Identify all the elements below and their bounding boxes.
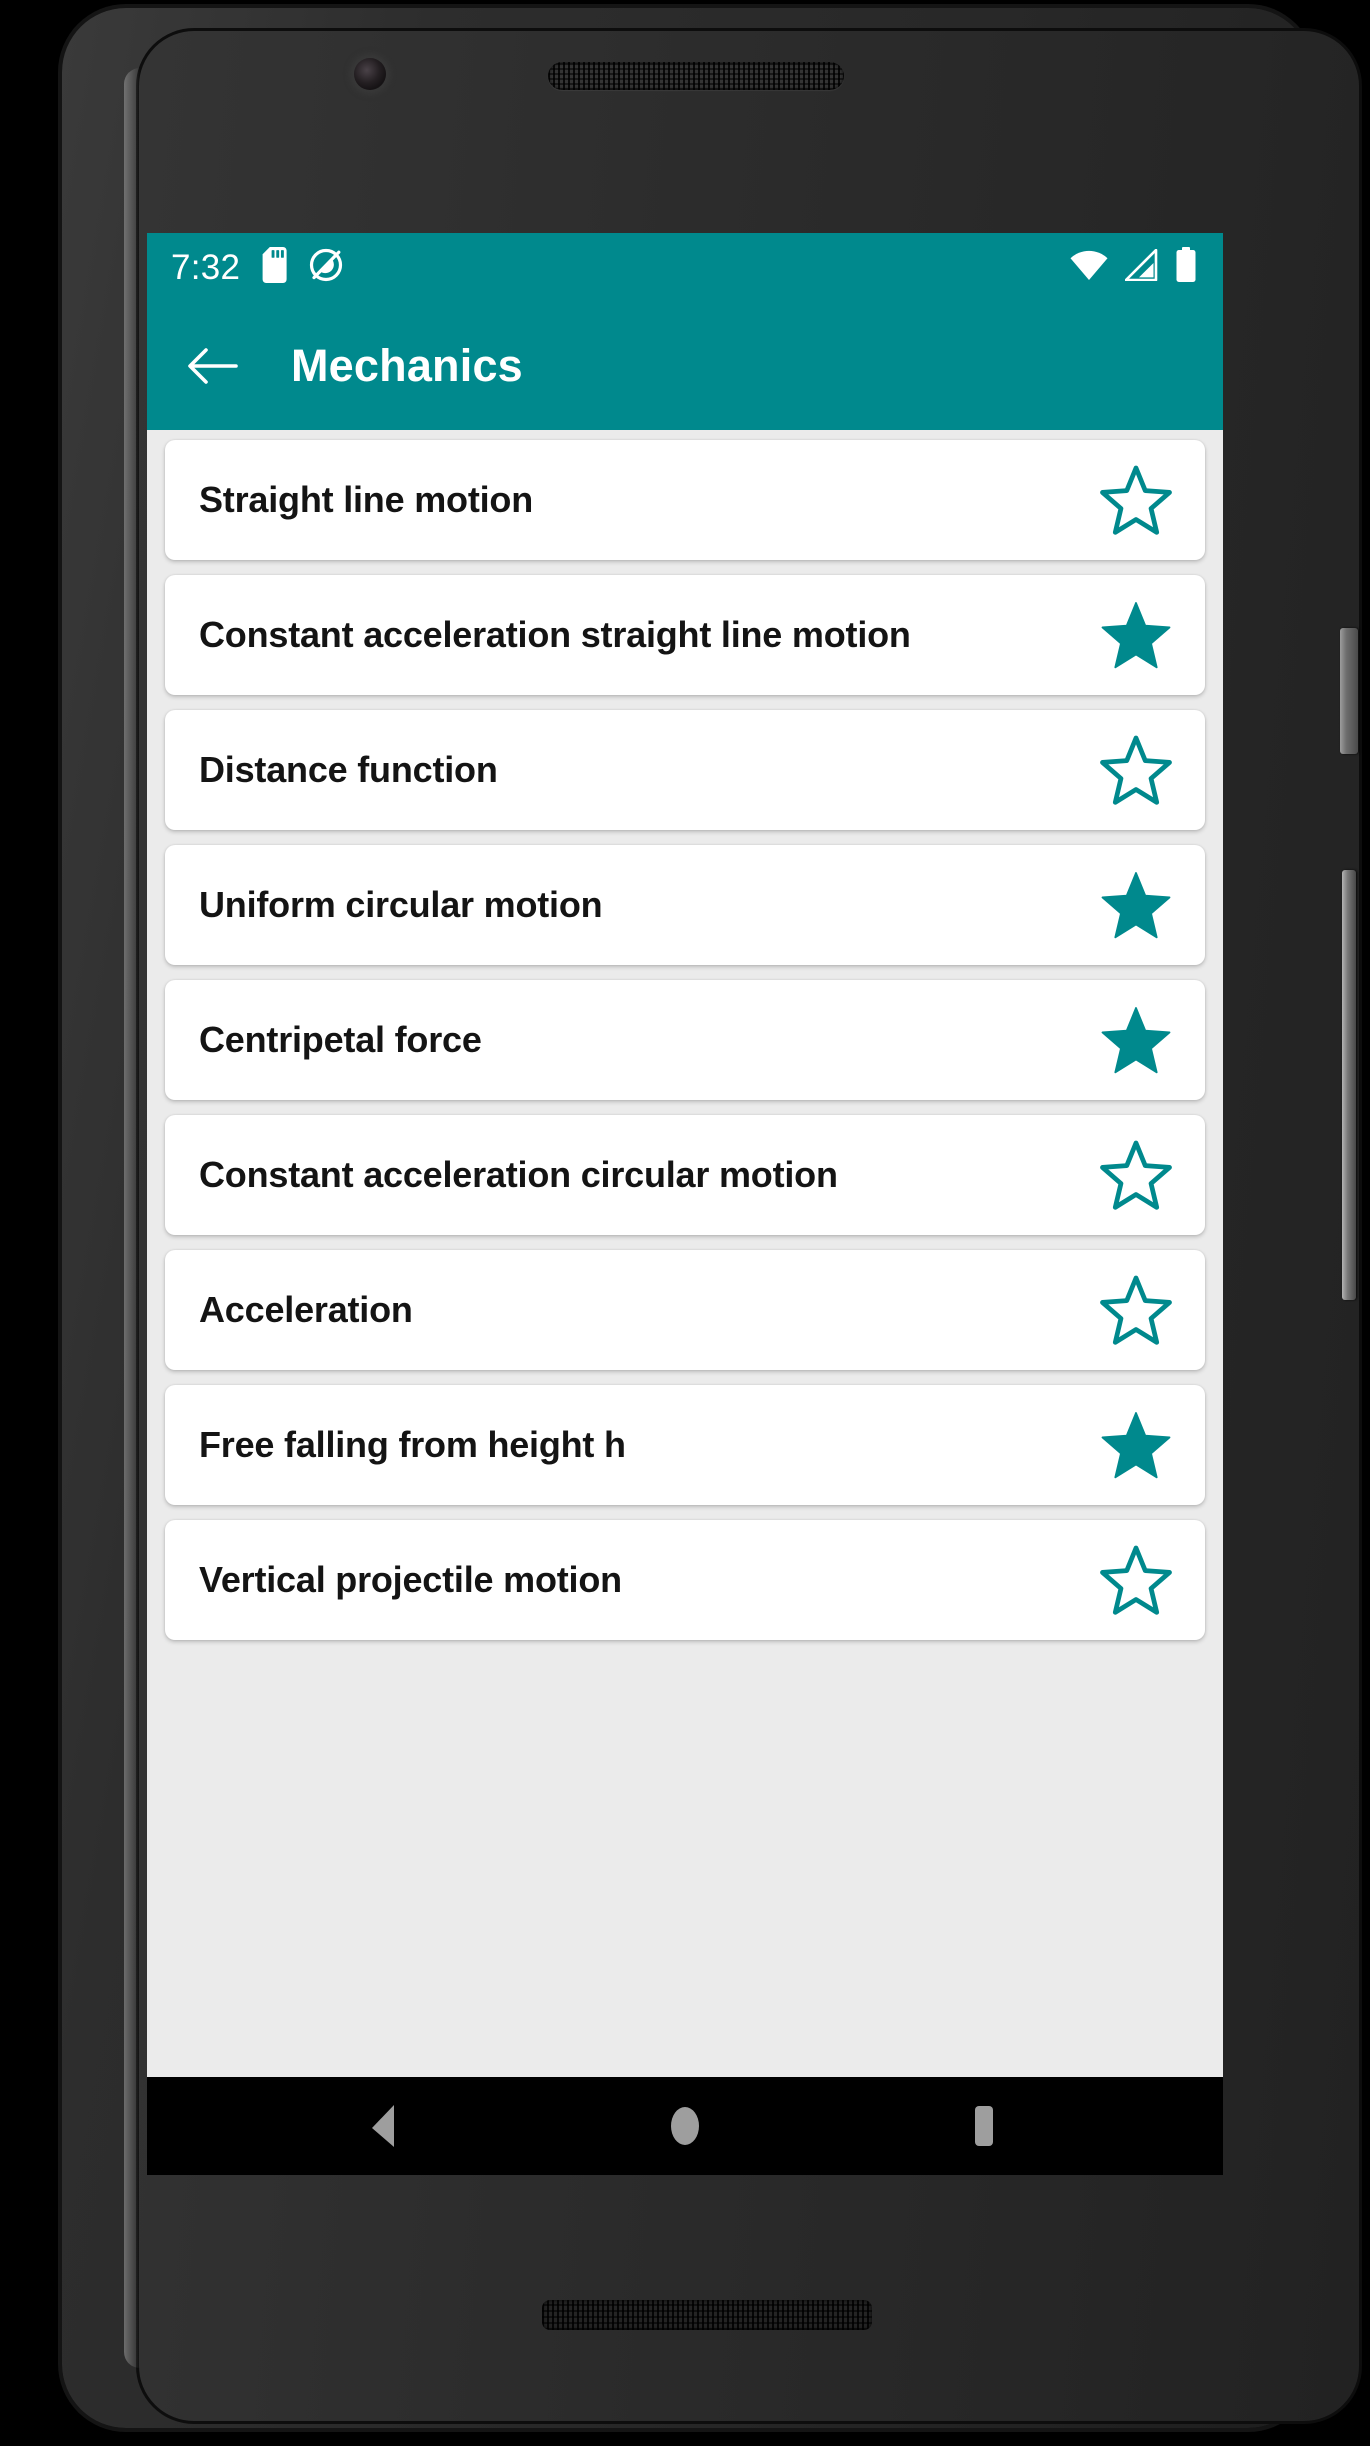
status-bar-clock: 7:32 (171, 247, 241, 287)
back-arrow-icon[interactable] (175, 328, 251, 404)
battery-icon (1175, 246, 1197, 288)
star-outline-icon[interactable] (1097, 1541, 1175, 1619)
do-not-disturb-icon (309, 248, 343, 287)
bottom-speaker-icon (542, 2300, 872, 2330)
topic-label: Constant acceleration straight line moti… (199, 613, 911, 655)
topic-label: Constant acceleration circular motion (199, 1153, 838, 1195)
star-outline-icon[interactable] (1097, 461, 1175, 539)
star-filled-icon[interactable] (1097, 596, 1175, 674)
volume-rocker-button[interactable] (1342, 870, 1356, 1300)
topic-label: Centripetal force (199, 1018, 482, 1060)
cellular-signal-icon (1124, 248, 1159, 286)
star-outline-icon[interactable] (1097, 1271, 1175, 1349)
topic-label: Free falling from height h (199, 1423, 626, 1465)
status-bar-right-icons (1069, 246, 1197, 288)
topic-card[interactable]: Distance function (165, 710, 1205, 830)
topic-label: Vertical projectile motion (199, 1558, 622, 1600)
star-filled-icon[interactable] (1097, 1406, 1175, 1484)
star-filled-icon[interactable] (1097, 1001, 1175, 1079)
topic-card[interactable]: Constant acceleration circular motion (165, 1115, 1205, 1235)
topic-card[interactable]: Acceleration (165, 1250, 1205, 1370)
star-outline-icon[interactable] (1097, 731, 1175, 809)
recents-nav-icon[interactable] (929, 2083, 1039, 2169)
topic-card[interactable]: Straight line motion (165, 440, 1205, 560)
front-camera-icon (354, 58, 386, 90)
topic-list[interactable]: Straight line motion Constant acceleratio… (147, 430, 1223, 2175)
topic-card[interactable]: Free falling from height h (165, 1385, 1205, 1505)
phone-left-chamfer (124, 68, 140, 2368)
power-button[interactable] (1340, 628, 1358, 754)
home-nav-icon[interactable] (630, 2083, 740, 2169)
topic-card[interactable]: Vertical projectile motion (165, 1520, 1205, 1640)
phone-screen: 7:32 Mechanics Straight line motion Cons… (147, 233, 1223, 2175)
star-outline-icon[interactable] (1097, 1136, 1175, 1214)
topic-card[interactable]: Constant acceleration straight line moti… (165, 575, 1205, 695)
topic-label: Distance function (199, 748, 498, 790)
star-filled-icon[interactable] (1097, 866, 1175, 944)
wifi-icon (1069, 249, 1109, 286)
app-bar: Mechanics (147, 301, 1223, 430)
status-bar: 7:32 (147, 233, 1223, 301)
topic-label: Uniform circular motion (199, 883, 603, 925)
topic-card[interactable]: Uniform circular motion (165, 845, 1205, 965)
topic-label: Acceleration (199, 1288, 413, 1330)
back-nav-icon[interactable] (331, 2083, 441, 2169)
topic-label: Straight line motion (199, 478, 533, 520)
topic-card[interactable]: Centripetal force (165, 980, 1205, 1100)
android-navigation-bar (147, 2077, 1223, 2175)
sd-card-icon (262, 246, 292, 288)
earpiece-speaker-icon (548, 62, 844, 90)
status-bar-left-icons (262, 246, 343, 288)
page-title: Mechanics (291, 339, 523, 391)
